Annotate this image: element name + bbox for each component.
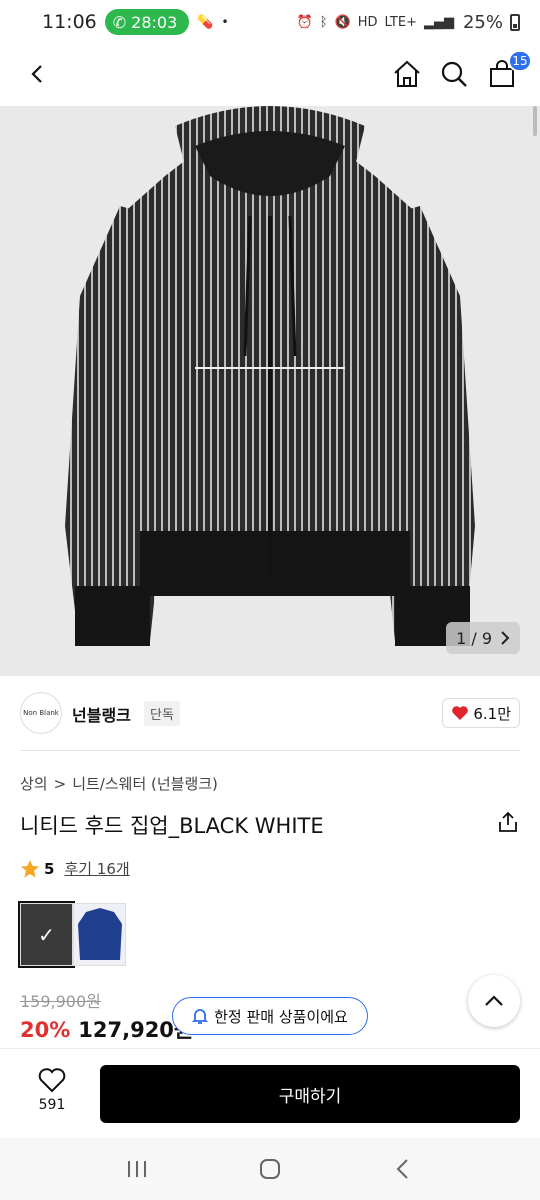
toast-text: 한정 판매 상품이에요 <box>214 1007 348 1026</box>
home-circle-icon <box>259 1159 280 1179</box>
rating-row: 5 후기 16개 <box>20 858 130 879</box>
wishlist-count: 591 <box>38 1097 66 1113</box>
notification-dot-icon: • <box>221 15 229 29</box>
scroll-to-top-button[interactable] <box>468 975 520 1027</box>
share-button[interactable] <box>494 808 522 836</box>
price-row: 20% 127,920원 <box>20 1014 193 1044</box>
alarm-icon: ⏰ <box>296 14 313 30</box>
color-option-navy[interactable] <box>73 903 126 966</box>
image-counter[interactable]: 1 / 9 <box>446 622 520 654</box>
search-button[interactable] <box>432 52 476 96</box>
share-icon <box>499 811 517 832</box>
search-icon <box>441 61 467 87</box>
mute-icon: 🔇 <box>334 14 351 30</box>
image-counter-text: 1 / 9 <box>456 628 492 648</box>
divider <box>20 750 520 751</box>
system-nav-bar <box>0 1138 540 1200</box>
recent-apps-icon <box>127 1161 146 1177</box>
navy-hoodie-thumbnail <box>78 908 122 960</box>
product-title: 니티드 후드 집업_BLACK WHITE <box>20 814 324 838</box>
limited-sale-toast[interactable]: 한정 판매 상품이에요 <box>172 997 368 1035</box>
call-timer: 28:03 <box>131 12 178 32</box>
buy-button[interactable]: 구매하기 <box>100 1065 520 1123</box>
check-icon: ✓ <box>38 922 55 947</box>
heart-outline-icon <box>38 1068 66 1093</box>
color-option-black-white[interactable]: ✓ <box>18 901 75 968</box>
chevron-up-icon <box>485 995 503 1006</box>
pill-icon: 💊 <box>197 14 214 30</box>
discount-rate: 20% <box>20 1018 71 1042</box>
review-count-link[interactable]: 후기 16개 <box>64 858 129 879</box>
back-nav-button[interactable] <box>383 1149 423 1189</box>
brand-name[interactable]: 넌블랭크 <box>72 702 131 726</box>
image-scrollbar[interactable] <box>533 106 537 136</box>
app-header: 15 <box>0 44 540 106</box>
brand-like-count: 6.1만 <box>473 704 511 723</box>
wishlist-button[interactable]: 591 <box>22 1067 82 1113</box>
breadcrumb-separator: > <box>53 774 67 793</box>
home-button[interactable] <box>385 52 429 96</box>
cart-count-badge: 15 <box>508 50 532 72</box>
recent-apps-button[interactable] <box>117 1149 157 1189</box>
back-chevron-icon <box>396 1159 409 1179</box>
home-nav-button[interactable] <box>250 1149 290 1189</box>
network-type: LTE+ <box>384 14 417 30</box>
back-button[interactable] <box>16 52 60 96</box>
breadcrumb-item-knit[interactable]: 니트/스웨터 (넌블랭크) <box>72 773 218 794</box>
brand-like-button[interactable]: 6.1만 <box>442 698 520 728</box>
exclusive-badge: 단독 <box>144 701 180 726</box>
battery-percent: 25% <box>462 11 503 33</box>
brand-logo-text: Non Blank <box>23 709 59 717</box>
status-time: 11:06 <box>42 11 97 33</box>
chevron-right-icon <box>501 631 510 645</box>
brand-row: Non Blank 넌블랭크 단독 6.1만 <box>0 690 540 738</box>
rating-score: 5 <box>44 859 55 878</box>
star-icon <box>21 859 39 877</box>
buy-bar: 591 구매하기 <box>0 1048 540 1138</box>
battery-icon <box>510 13 520 31</box>
breadcrumb-item-top[interactable]: 상의 <box>20 773 48 794</box>
status-icons: ⏰ ᛒ 🔇 HD LTE+ ▂▄▆ 25% <box>296 11 520 33</box>
hd-icon: HD <box>357 14 378 30</box>
brand-logo[interactable]: Non Blank <box>20 692 62 734</box>
color-options: ✓ <box>18 901 126 968</box>
bluetooth-icon: ᛒ <box>319 14 328 30</box>
original-price: 159,900원 <box>20 992 101 1011</box>
chevron-left-icon <box>31 65 42 83</box>
heart-icon <box>452 706 469 720</box>
bell-icon <box>192 1009 209 1024</box>
status-bar: 11:06 ✆ 28:03 💊 • ⏰ ᛒ 🔇 HD LTE+ ▂▄▆ 25% <box>0 0 540 44</box>
home-icon <box>394 60 420 87</box>
phone-icon: ✆ <box>112 12 127 32</box>
signal-icon: ▂▄▆ <box>423 14 454 30</box>
cart-button[interactable]: 15 <box>480 50 532 96</box>
breadcrumb: 상의 > 니트/스웨터 (넌블랭크) <box>20 773 218 794</box>
hoodie-illustration <box>65 106 475 646</box>
product-image[interactable]: 1 / 9 <box>0 106 540 676</box>
call-indicator[interactable]: ✆ 28:03 <box>104 9 190 35</box>
